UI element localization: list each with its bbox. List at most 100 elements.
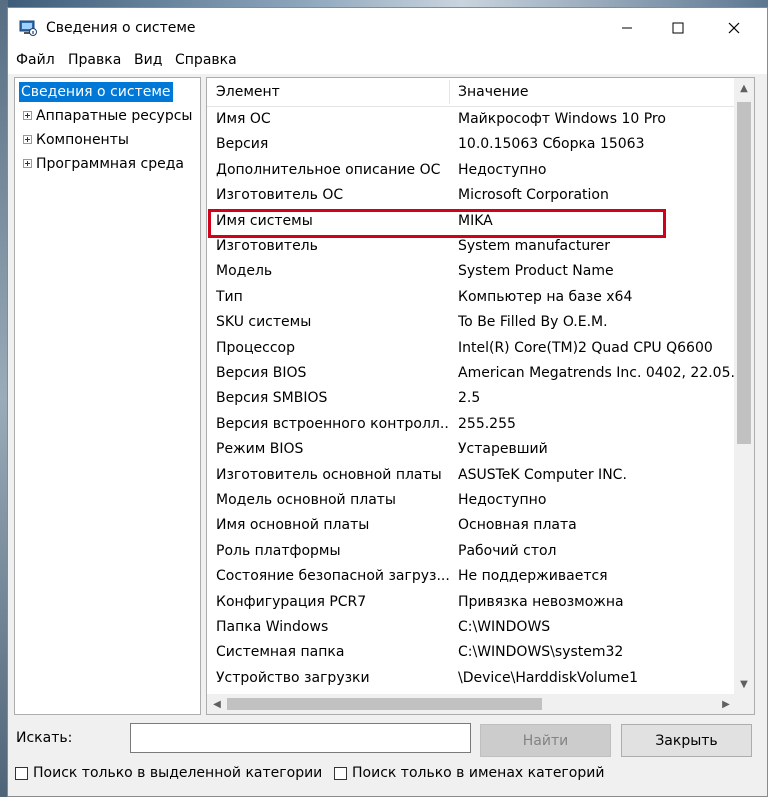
tree-item-label: Программная среда (36, 156, 184, 172)
minimize-button[interactable] (604, 8, 650, 48)
table-row[interactable]: Системная папка C:\WINDOWS\system32 (207, 640, 735, 665)
category-tree[interactable]: Сведения о системе Аппаратные ресурсы Ко… (14, 77, 201, 715)
maximize-icon (672, 22, 684, 34)
tree-item-system-summary[interactable]: Сведения о системе (19, 82, 173, 102)
tree-item-hardware-resources[interactable]: Аппаратные ресурсы (23, 106, 192, 126)
row-item-value: ASUSTeK Computer INC. (458, 466, 627, 483)
row-item-name: Версия BIOS (216, 365, 307, 381)
row-item-name: Процессор (216, 339, 295, 356)
row-item-name: Изготовитель ОС (216, 187, 344, 204)
row-item-value: Рабочий стол (458, 542, 557, 559)
vertical-scrollbar[interactable]: ▲ ▼ (734, 78, 754, 694)
table-row[interactable]: Изготовитель основной платы ASUSTeK Compu… (207, 463, 735, 488)
row-item-value: 255.255 (458, 415, 516, 432)
expand-icon[interactable] (23, 158, 32, 168)
scroll-left-icon[interactable]: ◀ (207, 694, 227, 714)
search-label: Искать: (16, 730, 73, 746)
table-row[interactable]: Процессор Intel(R) Core(TM)2 Quad CPU Q66… (207, 336, 735, 361)
table-row[interactable]: Версия SMBIOS 2.5 (207, 386, 735, 411)
horizontal-scrollbar[interactable]: ◀ ▶ (207, 694, 736, 714)
table-row[interactable]: Модель основной платы Недоступно (207, 488, 735, 513)
row-item-name: Имя ОС (216, 111, 271, 127)
menu-help[interactable]: Справка (175, 52, 237, 68)
row-item-name: Модель основной платы (216, 492, 396, 508)
close-button[interactable]: Закрыть (621, 724, 752, 757)
table-row[interactable]: Устройство загрузки \Device\HarddiskVolum… (207, 666, 735, 691)
checkbox[interactable] (15, 766, 28, 780)
table-row[interactable]: Состояние безопасной загруз... Не поддерж… (207, 564, 735, 589)
search-category-names-option[interactable]: Поиск только в именах категорий (334, 764, 604, 782)
find-button[interactable]: Найти (480, 724, 611, 757)
checkbox-label: Поиск только в именах категорий (352, 765, 605, 781)
table-row[interactable]: Режим BIOS Устаревший (207, 437, 735, 462)
row-item-value: C:\WINDOWS\system32 (458, 644, 624, 661)
close-window-button[interactable] (711, 8, 757, 48)
row-item-value: Майкрософт Windows 10 Pro (458, 111, 666, 127)
table-row[interactable]: SKU системы To Be Filled By O.E.M. (207, 310, 735, 335)
expand-icon[interactable] (23, 134, 32, 144)
row-item-value: Недоступно (458, 161, 547, 178)
tree-item-software-environment[interactable]: Программная среда (23, 154, 184, 174)
row-item-value: C:\WINDOWS (458, 619, 551, 635)
table-row[interactable]: Версия 10.0.15063 Сборка 15063 (207, 132, 735, 157)
row-item-value: System Product Name (458, 263, 614, 280)
title-bar[interactable]: Сведения о системе (8, 8, 767, 48)
horizontal-scroll-thumb[interactable] (227, 698, 542, 710)
table-row[interactable]: Модель System Product Name (207, 259, 735, 284)
row-item-name: Роль платформы (216, 542, 341, 559)
checkbox[interactable] (334, 766, 347, 780)
row-item-value: Компьютер на базе x64 (458, 288, 633, 305)
table-row[interactable]: Дополнительное описание ОС Недоступно (207, 158, 735, 183)
menu-view[interactable]: Вид (134, 52, 162, 68)
column-header-value[interactable]: Значение (458, 78, 528, 106)
tree-item-label: Аппаратные ресурсы (36, 108, 193, 124)
column-header-item[interactable]: Элемент (216, 78, 280, 106)
row-item-value: \Device\HarddiskVolume1 (458, 669, 638, 686)
row-item-value: Основная плата (458, 517, 577, 534)
scroll-up-icon[interactable]: ▲ (734, 78, 754, 98)
table-row[interactable]: Роль платформы Рабочий стол (207, 539, 735, 564)
table-row[interactable]: Имя ОС Майкрософт Windows 10 Pro (207, 107, 735, 132)
vertical-scroll-thumb[interactable] (737, 102, 751, 444)
row-item-value: To Be Filled By O.E.M. (458, 314, 608, 331)
search-input[interactable] (130, 723, 471, 753)
table-row[interactable]: Тип Компьютер на базе x64 (207, 285, 735, 310)
row-item-value: Недоступно (458, 492, 547, 508)
row-item-name: Модель (216, 263, 273, 280)
row-item-name: Состояние безопасной загруз... (216, 568, 450, 585)
row-item-name: Режим BIOS (216, 441, 304, 458)
scroll-down-icon[interactable]: ▼ (734, 674, 754, 694)
row-item-name: SKU системы (216, 314, 312, 331)
details-list[interactable]: Элемент Значение Имя ОС Майкрософт Window… (206, 77, 755, 715)
close-icon (728, 22, 740, 34)
row-item-value: Не поддерживается (458, 568, 608, 585)
row-item-name: Имя основной платы (216, 517, 370, 534)
table-row[interactable]: Версия встроенного контролл... 255.255 (207, 412, 735, 437)
checkbox-label: Поиск только в выделенной категории (33, 765, 323, 781)
row-item-name: Тип (216, 288, 243, 305)
row-item-name: Папка Windows (216, 619, 329, 635)
system-info-window: Сведения о системе Файл Правка Вид Справ… (7, 7, 768, 797)
table-row[interactable]: Имя основной платы Основная плата (207, 513, 735, 538)
expand-icon[interactable] (23, 110, 32, 120)
window-title: Сведения о системе (46, 20, 196, 36)
table-row[interactable]: Конфигурация PCR7 Привязка невозможна (207, 590, 735, 615)
tree-item-label: Компоненты (36, 132, 129, 148)
menu-edit[interactable]: Правка (68, 52, 121, 68)
version-highlight-box (208, 209, 666, 238)
row-item-value: Устаревший (458, 441, 548, 458)
row-item-value: Intel(R) Core(TM)2 Quad CPU Q6600 (458, 339, 713, 356)
menu-file[interactable]: Файл (16, 52, 55, 68)
table-row[interactable]: Изготовитель ОС Microsoft Corporation (207, 183, 735, 208)
maximize-button[interactable] (655, 8, 701, 48)
menu-bar: Файл Правка Вид Справка (8, 48, 767, 74)
column-divider[interactable] (449, 80, 450, 104)
row-item-value: 2.5 (458, 390, 481, 407)
tree-item-components[interactable]: Компоненты (23, 130, 129, 150)
system-info-app-icon (19, 20, 37, 36)
scroll-right-icon[interactable]: ▶ (716, 694, 736, 714)
search-selected-category-option[interactable]: Поиск только в выделенной категории (15, 764, 322, 782)
table-row[interactable]: Папка Windows C:\WINDOWS (207, 615, 735, 640)
list-header: Элемент Значение (207, 78, 735, 107)
table-row[interactable]: Версия BIOS American Megatrends Inc. 0402… (207, 361, 735, 386)
